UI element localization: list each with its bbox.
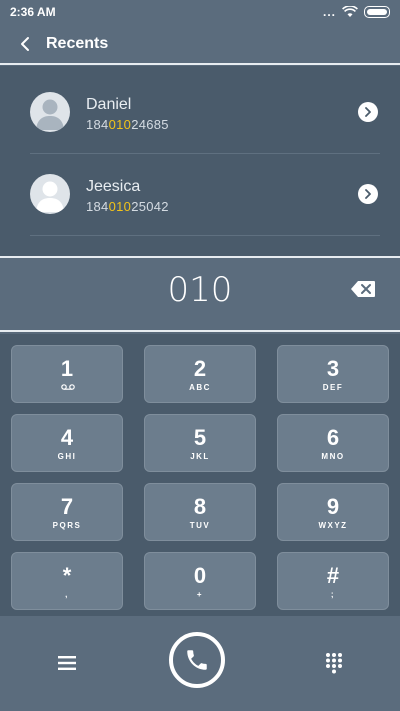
key-8[interactable]: 8 TUV — [144, 483, 256, 541]
status-icons: ... — [323, 5, 390, 19]
dial-keypad: 1 2 ABC 3 DEF 4 GHI 5 JKL 6 MNO 7 PQRS 8… — [0, 334, 400, 616]
chevron-left-icon — [21, 36, 29, 51]
voicemail-icon — [61, 384, 75, 390]
key-0[interactable]: 0 + — [144, 552, 256, 610]
call-button[interactable] — [169, 632, 225, 688]
avatar — [30, 174, 70, 214]
key-digit: 9 — [326, 494, 340, 519]
chevron-right-icon — [365, 107, 371, 117]
recents-list: Daniel 18401024685 Jeesica 18401025042 — [0, 66, 400, 256]
key-5[interactable]: 5 JKL — [144, 414, 256, 472]
details-button[interactable] — [358, 184, 378, 204]
status-bar: 2:36 AM ... — [0, 0, 400, 24]
dialed-number: 010 — [167, 270, 233, 310]
key-digit: 6 — [326, 425, 340, 450]
key-digit: 0 — [193, 563, 207, 588]
person-icon — [36, 181, 64, 212]
key-1[interactable]: 1 — [11, 345, 123, 403]
app-header: Recents — [0, 24, 400, 65]
key-7[interactable]: 7 PQRS — [11, 483, 123, 541]
battery-icon — [364, 6, 390, 18]
key-digit: 8 — [193, 494, 207, 519]
notification-dots: ... — [322, 5, 336, 19]
key-6[interactable]: 6 MNO — [277, 414, 389, 472]
key-hash[interactable]: # ; — [277, 552, 389, 610]
backspace-button[interactable] — [350, 280, 376, 298]
dial-entry: 010 — [0, 256, 400, 332]
key-9[interactable]: 9 WXYZ — [277, 483, 389, 541]
contact-row-jeesica[interactable]: Jeesica 18401025042 — [0, 148, 400, 230]
number-match-highlight: 010 — [108, 199, 132, 214]
key-digit: 5 — [193, 425, 207, 450]
status-time: 2:36 AM — [10, 5, 56, 19]
page-title: Recents — [46, 34, 109, 52]
key-letters: + — [196, 590, 204, 599]
contact-name: Daniel — [86, 96, 132, 113]
key-letters: TUV — [189, 521, 211, 530]
key-digit: # — [326, 563, 340, 588]
phone-icon — [187, 650, 207, 670]
details-button[interactable] — [358, 102, 378, 122]
backspace-icon — [351, 281, 375, 297]
chevron-right-icon — [365, 189, 371, 199]
dialpad-icon — [326, 653, 342, 674]
avatar — [30, 92, 70, 132]
key-digit: 4 — [60, 425, 74, 450]
key-letters: JKL — [190, 452, 210, 461]
dialpad-toggle-button[interactable] — [324, 652, 344, 674]
contact-number: 18401024685 — [86, 117, 169, 132]
menu-icon — [58, 656, 76, 670]
key-letters: MNO — [321, 452, 345, 461]
key-digit: 3 — [326, 356, 340, 381]
key-letters: WXYZ — [318, 521, 348, 530]
key-letters: PQRS — [52, 521, 82, 530]
key-4[interactable]: 4 GHI — [11, 414, 123, 472]
key-digit: 7 — [60, 494, 74, 519]
person-icon — [36, 99, 64, 130]
key-letters: ; — [330, 590, 336, 599]
contact-name: Jeesica — [86, 178, 141, 195]
key-2[interactable]: 2 ABC — [144, 345, 256, 403]
back-button[interactable] — [14, 33, 36, 55]
contact-row-daniel[interactable]: Daniel 18401024685 — [0, 66, 400, 148]
bottom-action-bar — [0, 616, 400, 711]
key-digit: 2 — [193, 356, 207, 381]
key-letters: , — [65, 590, 69, 599]
menu-button[interactable] — [56, 654, 78, 672]
key-star[interactable]: * , — [11, 552, 123, 610]
wifi-icon — [342, 6, 358, 17]
contact-number: 18401025042 — [86, 199, 169, 214]
number-match-highlight: 010 — [108, 117, 132, 132]
row-divider — [30, 235, 380, 236]
key-digit: 1 — [60, 356, 74, 381]
key-letters: DEF — [322, 383, 344, 392]
key-digit: * — [62, 563, 72, 588]
key-letters: ABC — [189, 383, 211, 392]
key-3[interactable]: 3 DEF — [277, 345, 389, 403]
key-letters: GHI — [57, 452, 77, 461]
